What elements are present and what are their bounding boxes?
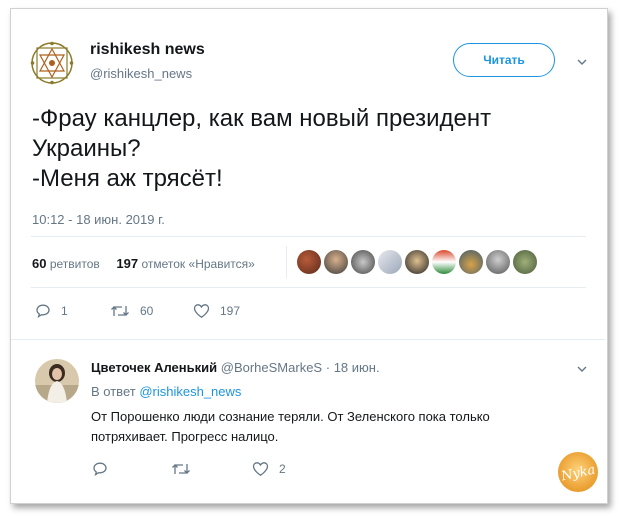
chevron-down-icon[interactable] [577, 57, 587, 67]
liker-avatar[interactable] [351, 250, 375, 274]
reply-action[interactable]: 1 [35, 303, 68, 319]
reply-icon [36, 304, 50, 319]
tweet-text: -Фрау канцлер, как вам новый президент У… [32, 105, 492, 192]
divider [31, 287, 586, 288]
in-reply-to: В ответ @rishikesh_news [91, 384, 242, 399]
reply-separator: · [325, 360, 331, 375]
author-avatar[interactable] [30, 41, 74, 85]
watermark-logo: Nyka [558, 452, 598, 492]
likes-stat[interactable]: 197 отметок «Нравится» [116, 256, 254, 271]
reply-retweet-action[interactable] [171, 461, 191, 477]
retweet-action[interactable]: 60 [110, 303, 153, 319]
reply-like-action[interactable]: 2 [252, 461, 286, 477]
reply-reply-action[interactable] [92, 461, 108, 477]
retweets-stat[interactable]: 60 ретвитов [32, 256, 100, 271]
liker-avatar[interactable] [513, 250, 537, 274]
liker-avatar[interactable] [432, 250, 456, 274]
retweet-icon [172, 464, 190, 474]
reply-author-line: Цветочек Аленький @BorheSMarkeS · 18 июн… [91, 360, 380, 375]
divider [11, 339, 605, 340]
liker-avatars [297, 250, 537, 274]
divider [286, 246, 287, 278]
heart-icon [252, 462, 269, 476]
follow-button[interactable]: Читать [453, 43, 555, 77]
reply-icon [93, 462, 107, 477]
reply-text: От Порошенко люди сознание теряли. От Зе… [91, 409, 490, 444]
in-reply-to-handle[interactable]: @rishikesh_news [139, 384, 241, 399]
author-handle[interactable]: @rishikesh_news [90, 66, 192, 81]
liker-avatar[interactable] [405, 250, 429, 274]
liker-avatar[interactable] [324, 250, 348, 274]
reply-author-handle[interactable]: @BorheSMarkeS [221, 360, 322, 375]
chevron-down-icon[interactable] [577, 364, 587, 374]
reply-author-avatar[interactable] [35, 359, 79, 403]
liker-avatar[interactable] [297, 250, 321, 274]
retweet-icon [111, 306, 129, 316]
reply-date[interactable]: 18 июн. [334, 360, 380, 375]
heart-icon [193, 304, 210, 318]
liker-avatar[interactable] [486, 250, 510, 274]
divider [31, 236, 586, 237]
liker-avatar[interactable] [378, 250, 402, 274]
reply-author-name[interactable]: Цветочек Аленький [91, 360, 217, 375]
author-name[interactable]: rishikesh news [90, 41, 205, 59]
engagement-stats: 60 ретвитов 197 отметок «Нравится» [32, 256, 255, 271]
like-action[interactable]: 197 [193, 303, 240, 319]
liker-avatar[interactable] [459, 250, 483, 274]
tweet-timestamp[interactable]: 10:12 - 18 июн. 2019 г. [32, 212, 165, 227]
